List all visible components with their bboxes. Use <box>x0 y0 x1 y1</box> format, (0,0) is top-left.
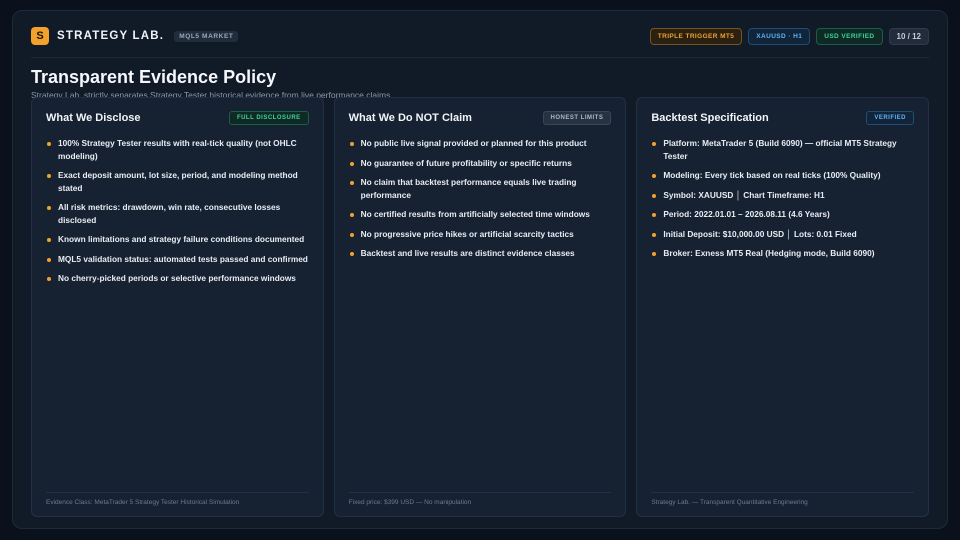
bullet-dot-icon <box>47 277 51 281</box>
bullet-dot-icon <box>349 213 354 217</box>
list-item: Initial Deposit: $10,000.00 USD │ Lots: … <box>651 228 914 241</box>
list-item: No progressive price hikes or artificial… <box>349 228 612 241</box>
card-backtest-spec: Backtest Specification VERIFIED Platform… <box>636 97 930 517</box>
verified-badge: USD VERIFIED <box>816 27 883 45</box>
list-item: No guarantee of future profitability or … <box>349 157 612 170</box>
card-title: What We Disclose <box>46 112 141 124</box>
card-title: Backtest Specification <box>651 112 769 124</box>
bullet-dot-icon <box>652 252 657 256</box>
header-badges: TRIPLE TRIGGER MT5 XAUUSD · H1 USD VERIF… <box>649 27 929 45</box>
card-not-claim: What We Do NOT Claim HONEST LIMITS No pu… <box>333 97 627 517</box>
header-divider <box>31 57 929 58</box>
card-tag: VERIFIED <box>866 111 915 125</box>
list-item: No public live signal provided or planne… <box>349 137 612 150</box>
product-badge: TRIPLE TRIGGER MT5 <box>649 27 743 45</box>
bullet-dot-icon <box>349 161 354 166</box>
bullet-dot-icon <box>349 181 354 185</box>
cards-row: What We Disclose FULL DISCLOSURE 100% St… <box>31 97 930 517</box>
list-item: Period: 2022.01.01 – 2026.08.11 (4.6 Yea… <box>651 208 914 221</box>
bullet-list: 100% Strategy Tester results with real-t… <box>46 137 309 285</box>
list-item: No cherry-picked periods or selective pe… <box>46 272 309 285</box>
card-footer: Strategy Lab. — Transparent Quantitative… <box>651 492 915 506</box>
list-item: No certified results from artificially s… <box>349 208 612 221</box>
bullet-dot-icon <box>652 193 657 198</box>
bullet-dot-icon <box>652 142 657 146</box>
list-item: All risk metrics: drawdown, win rate, co… <box>46 201 309 226</box>
card-disclose: What We Disclose FULL DISCLOSURE 100% St… <box>31 97 324 517</box>
brand-name: STRATEGY LAB. <box>57 30 165 42</box>
list-item: No claim that backtest performance equal… <box>349 176 612 201</box>
card-footer: Evidence Class: MetaTrader 5 Strategy Te… <box>46 492 309 506</box>
bullet-dot-icon <box>47 257 51 262</box>
bullet-dot-icon <box>652 232 657 237</box>
bullet-list: No public live signal provided or planne… <box>349 137 612 260</box>
page-counter: 10 / 12 <box>888 27 929 45</box>
bullet-dot-icon <box>47 238 51 242</box>
list-item: Known limitations and strategy failure c… <box>46 233 309 246</box>
bullet-dot-icon <box>47 206 51 210</box>
bullet-dot-icon <box>349 142 354 146</box>
card-tag: HONEST LIMITS <box>542 111 612 125</box>
card-tag: FULL DISCLOSURE <box>228 111 309 125</box>
list-item: Backtest and live results are distinct e… <box>349 247 612 260</box>
card-footer: Fixed price: $399 USD — No manipulation <box>348 492 612 506</box>
top-bar: S STRATEGY LAB. MQL5 MARKET TRIPLE TRIGG… <box>31 23 929 49</box>
list-item: MQL5 validation status: automated tests … <box>46 253 309 266</box>
list-item: 100% Strategy Tester results with real-t… <box>46 137 309 162</box>
bullet-dot-icon <box>652 213 657 217</box>
slide-frame: S STRATEGY LAB. MQL5 MARKET TRIPLE TRIGG… <box>12 10 948 529</box>
bullet-dot-icon <box>349 252 354 256</box>
bullet-dot-icon <box>349 232 354 237</box>
page-title: Transparent Evidence Policy <box>31 67 277 87</box>
list-item: Exact deposit amount, lot size, period, … <box>46 169 309 194</box>
market-tag: MQL5 MARKET <box>174 30 239 42</box>
brand-logo-icon: S <box>31 27 49 45</box>
symbol-badge: XAUUSD · H1 <box>748 27 811 45</box>
bullet-list: Platform: MetaTrader 5 (Build 6090) — of… <box>651 137 914 260</box>
bullet-dot-icon <box>47 174 51 178</box>
list-item: Modeling: Every tick based on real ticks… <box>651 169 914 182</box>
list-item: Platform: MetaTrader 5 (Build 6090) — of… <box>651 137 914 162</box>
bullet-dot-icon <box>47 142 51 146</box>
card-title: What We Do NOT Claim <box>348 112 472 124</box>
bullet-dot-icon <box>652 174 657 178</box>
list-item: Broker: Exness MT5 Real (Hedging mode, B… <box>651 247 914 260</box>
list-item: Symbol: XAUUSD │ Chart Timeframe: H1 <box>651 189 914 202</box>
